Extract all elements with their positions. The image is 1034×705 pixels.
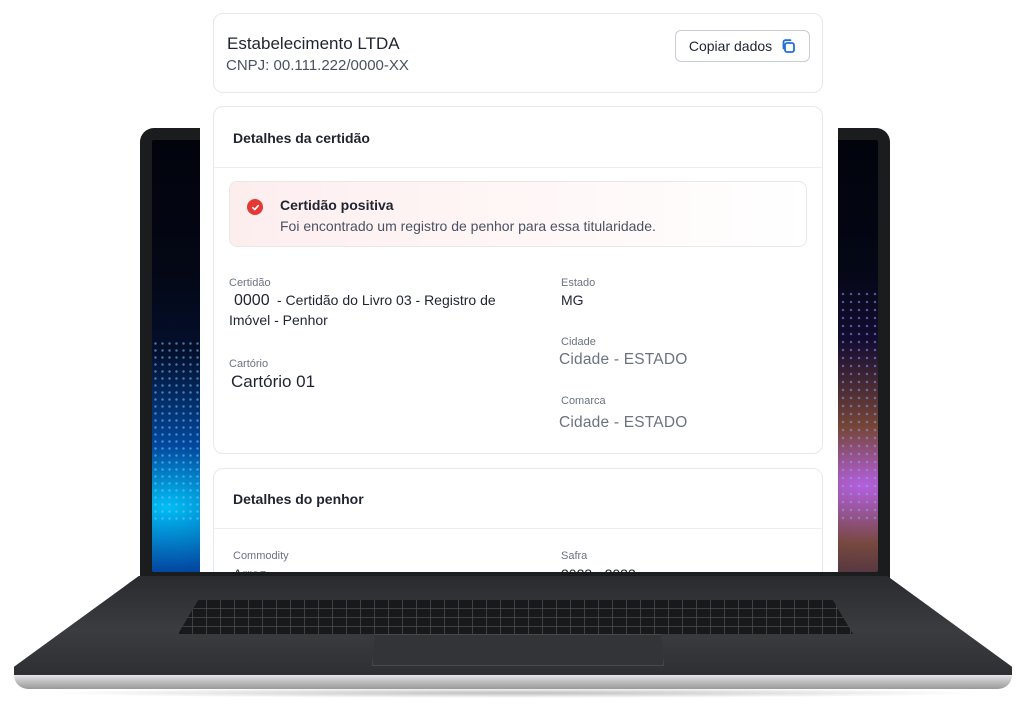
laptop-front-edge (14, 675, 1012, 689)
certidao-label: Certidão (229, 277, 271, 289)
certidao-details-page: Estabelecimento LTDA CNPJ: 00.111.222/00… (200, 0, 838, 572)
company-name: Estabelecimento LTDA (227, 34, 400, 53)
laptop-keyboard (178, 600, 853, 634)
commodity-label: Commodity (233, 550, 289, 562)
cartorio-value: Cartório 01 (231, 372, 316, 391)
section-divider (214, 167, 822, 168)
laptop-shadow (40, 688, 990, 698)
certidao-number: 0000 (234, 292, 270, 309)
certidao-section-title: Detalhes da certidão (233, 130, 370, 146)
certidao-description-line2: Imóvel - Penhor (229, 312, 328, 328)
certidao-details-card: Detalhes da certidão Certidão positiva F… (213, 106, 823, 454)
estado-label: Estado (561, 277, 596, 289)
comarca-label: Comarca (561, 395, 606, 407)
estado-value: MG (561, 292, 584, 308)
alert-title: Certidão positiva (280, 197, 394, 213)
safra-label: Safra (561, 550, 588, 562)
cidade-label: Cidade (561, 336, 596, 348)
cartorio-label: Cartório (229, 358, 269, 370)
copy-data-button-label: Copiar dados (688, 38, 773, 54)
certidao-description-line1: - Certidão do Livro 03 - Registro de (277, 292, 496, 308)
penhor-section-title: Detalhes do penhor (233, 491, 364, 507)
commodity-value: Arroz (233, 564, 266, 572)
copy-data-button[interactable]: Copiar dados (675, 30, 810, 62)
section-divider (214, 528, 822, 529)
copy-icon (782, 39, 796, 53)
comarca-value: Cidade - ESTADO (559, 414, 688, 431)
cidade-value: Cidade - ESTADO (559, 351, 688, 368)
company-cnpj: CNPJ: 00.111.222/0000-XX (226, 57, 409, 74)
alert-text: Foi encontrado um registro de penhor par… (280, 218, 656, 234)
penhor-details-card: Detalhes do penhor Commodity Arroz Safra… (213, 468, 823, 572)
check-circle-icon (247, 199, 263, 215)
certidao-status-alert: Certidão positiva Foi encontrado um regi… (229, 181, 807, 247)
laptop-touchpad (372, 634, 664, 666)
safra-value: 2023 - 2023 (561, 564, 636, 572)
company-card: Estabelecimento LTDA CNPJ: 00.111.222/00… (213, 13, 823, 93)
